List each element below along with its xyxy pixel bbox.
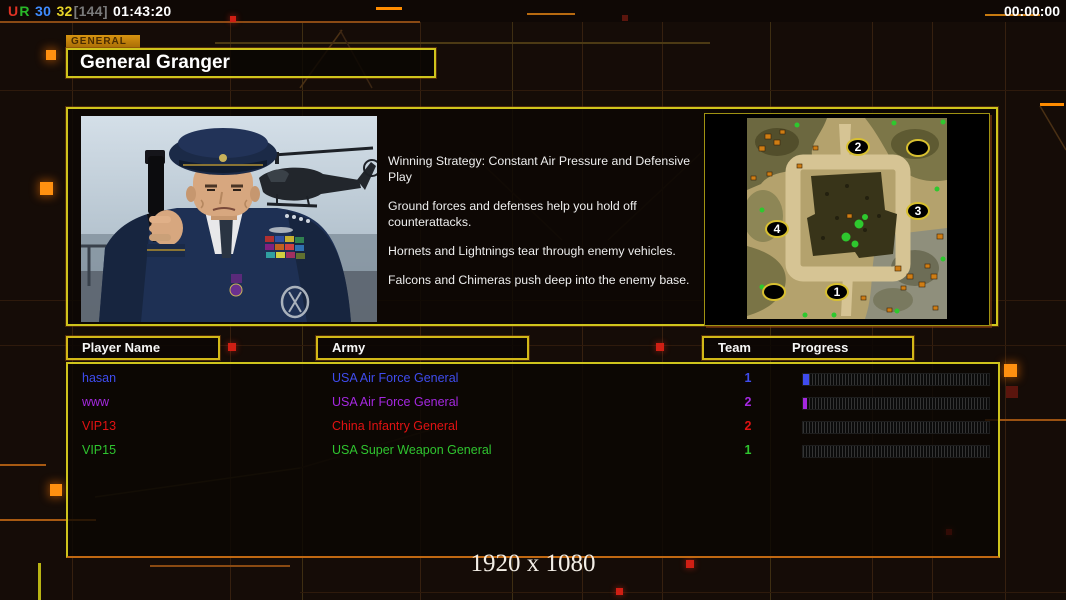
player-army: USA Air Force General	[332, 371, 459, 385]
player-team: 1	[744, 371, 752, 385]
glow-square	[616, 588, 623, 595]
map-start-marker: 3	[906, 202, 930, 220]
general-title-box: General Granger	[66, 48, 436, 78]
player-team: 2	[744, 419, 752, 433]
strategy-line: Falcons and Chimeras push deep into the …	[388, 273, 690, 287]
strategy-text: Winning Strategy: Constant Air Pressure …	[388, 153, 706, 301]
header-player-name: Player Name	[66, 336, 220, 360]
glow-square	[622, 15, 628, 21]
glow-square	[228, 343, 236, 351]
player-team: 2	[744, 395, 752, 409]
map-start-marker	[906, 139, 930, 157]
header-army: Army	[316, 336, 529, 360]
glow-square	[40, 182, 53, 195]
glow-square	[1006, 386, 1018, 398]
player-army: USA Air Force General	[332, 395, 459, 409]
progress-bar-fill	[803, 398, 807, 409]
player-row: hasan USA Air Force General 1	[68, 367, 998, 391]
player-team: 1	[744, 443, 752, 457]
header-army-label: Army	[332, 340, 366, 355]
glow-square	[656, 343, 664, 351]
player-name: www	[82, 395, 110, 409]
progress-bar-fill	[803, 374, 809, 385]
strategy-line: Ground forces and defenses help you hold…	[388, 199, 637, 229]
general-title: General Granger	[80, 52, 230, 73]
stat-b: 32	[56, 3, 73, 19]
map-start-marker: 2	[846, 138, 870, 156]
map-start-marker	[762, 283, 786, 301]
header-progress-label: Progress	[792, 340, 849, 355]
map-start-marker: 4	[765, 220, 789, 238]
stat-r: R	[19, 3, 30, 19]
glow-square	[230, 16, 236, 22]
progress-bar	[802, 445, 990, 458]
stat-u: U	[8, 3, 19, 19]
player-army: China Infantry General	[332, 419, 458, 433]
player-row: www USA Air Force General 2	[68, 391, 998, 415]
header-team-progress: Team Progress	[702, 336, 914, 360]
hud-stats: UR 30 32[144] 01:43:20	[8, 3, 172, 19]
progress-bar	[802, 421, 990, 434]
player-row: VIP15 USA Super Weapon General 1	[68, 439, 998, 463]
player-army: USA Super Weapon General	[332, 443, 492, 457]
player-name: VIP13	[82, 419, 117, 433]
glow-square	[50, 484, 62, 496]
general-info-panel: Winning Strategy: Constant Air Pressure …	[66, 107, 998, 326]
stat-bracket: [144]	[73, 3, 108, 19]
player-row: VIP13 China Infantry General 2	[68, 415, 998, 439]
map-preview: 2 3 4 1	[704, 113, 990, 326]
stat-time: 01:43:20	[113, 3, 172, 19]
general-portrait	[81, 116, 377, 322]
strategy-line: Hornets and Lightnings tear through enem…	[388, 244, 676, 258]
general-portrait-image	[81, 116, 377, 322]
loading-screen: UR 30 32[144] 01:43:20 00:00:00 GENERAL …	[0, 0, 1066, 600]
player-name: VIP15	[82, 443, 117, 457]
header-player-name-label: Player Name	[82, 340, 161, 355]
resolution-label: 1920 x 1080	[470, 550, 596, 577]
progress-bar	[802, 397, 990, 410]
map-start-marker: 1	[825, 283, 849, 301]
player-table: hasan USA Air Force General 1 www USA Ai…	[66, 362, 1000, 558]
general-tab: GENERAL	[66, 35, 140, 48]
player-name: hasan	[82, 371, 117, 385]
glow-square	[1004, 364, 1017, 377]
strategy-line: Winning Strategy: Constant Air Pressure …	[388, 154, 691, 184]
header-team-label: Team	[718, 340, 751, 355]
stat-a: 30	[35, 3, 52, 19]
progress-bar	[802, 373, 990, 386]
glow-square	[46, 50, 56, 60]
match-timer: 00:00:00	[1003, 3, 1060, 19]
